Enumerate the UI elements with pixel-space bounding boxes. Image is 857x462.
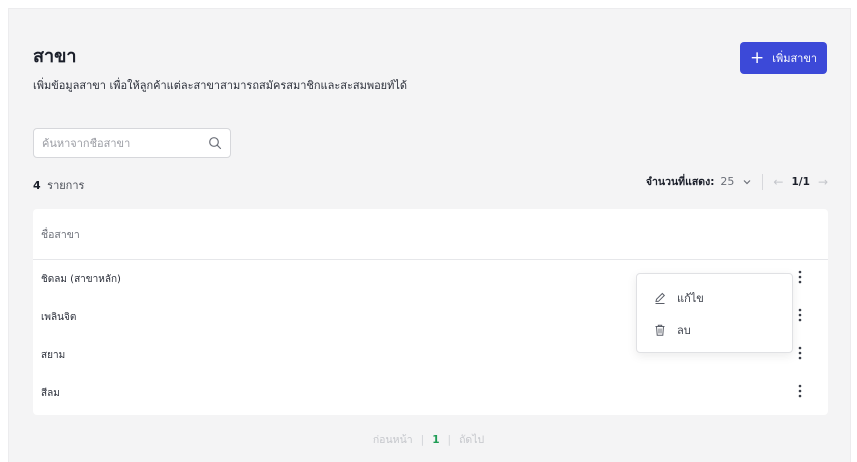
table-header: ชื่อสาขา bbox=[33, 209, 828, 260]
more-options-icon[interactable] bbox=[794, 346, 806, 364]
branch-name: สีลม bbox=[41, 387, 60, 399]
result-count-number: 4 bbox=[33, 179, 41, 192]
pencil-icon bbox=[653, 291, 667, 305]
result-count: 4 รายการ bbox=[33, 176, 84, 194]
search-icon[interactable] bbox=[208, 136, 222, 150]
more-options-icon[interactable] bbox=[794, 384, 806, 402]
next-page-arrow-icon[interactable]: → bbox=[818, 175, 828, 189]
divider bbox=[762, 173, 764, 190]
branch-name: เพลินจิต bbox=[41, 311, 77, 323]
prev-page-link[interactable]: ก่อนหน้า bbox=[373, 431, 413, 448]
search-input[interactable] bbox=[42, 136, 208, 150]
page-info: 1/1 bbox=[791, 175, 810, 188]
pagination-bottom: ก่อนหน้า | 1 | ถัดไป bbox=[0, 431, 857, 448]
branch-name: สยาม bbox=[41, 349, 66, 361]
current-page[interactable]: 1 bbox=[432, 434, 439, 446]
more-options-icon[interactable] bbox=[794, 308, 806, 326]
prev-page-arrow-icon[interactable]: ← bbox=[773, 175, 783, 189]
search-box[interactable] bbox=[33, 128, 231, 158]
edit-label: แก้ไข bbox=[677, 292, 704, 305]
pagination-top: จำนวนที่แสดง: 25 ← 1/1 → bbox=[646, 173, 828, 190]
branch-name: ชิดลม (สาขาหลัก) bbox=[41, 273, 121, 285]
edit-menu-item[interactable]: แก้ไข bbox=[637, 282, 792, 314]
add-branch-label: เพิ่มสาขา bbox=[772, 52, 818, 65]
result-count-label: รายการ bbox=[47, 179, 85, 192]
more-options-icon[interactable] bbox=[794, 270, 806, 288]
delete-label: ลบ bbox=[677, 324, 691, 337]
row-action-menu: แก้ไข ลบ bbox=[636, 273, 793, 353]
page-size-select[interactable]: 25 bbox=[720, 175, 734, 188]
divider: | bbox=[420, 433, 425, 446]
page-title: สาขา bbox=[33, 46, 77, 67]
divider: | bbox=[447, 433, 452, 446]
chevron-down-icon[interactable] bbox=[742, 177, 752, 187]
plus-icon: + bbox=[749, 47, 765, 68]
add-branch-button[interactable]: + เพิ่มสาขา bbox=[740, 42, 827, 74]
page-size-label: จำนวนที่แสดง: bbox=[645, 176, 715, 188]
page-subtitle: เพิ่มข้อมูลสาขา เพื่อให้ลูกค้าแต่ละสาขาส… bbox=[33, 79, 408, 92]
page-container: สาขา เพิ่มข้อมูลสาขา เพื่อให้ลูกค้าแต่ละ… bbox=[8, 8, 851, 462]
delete-menu-item[interactable]: ลบ bbox=[637, 314, 792, 346]
trash-icon bbox=[653, 323, 667, 337]
table-row[interactable]: สีลม bbox=[33, 374, 828, 412]
next-page-link[interactable]: ถัดไป bbox=[459, 431, 484, 448]
